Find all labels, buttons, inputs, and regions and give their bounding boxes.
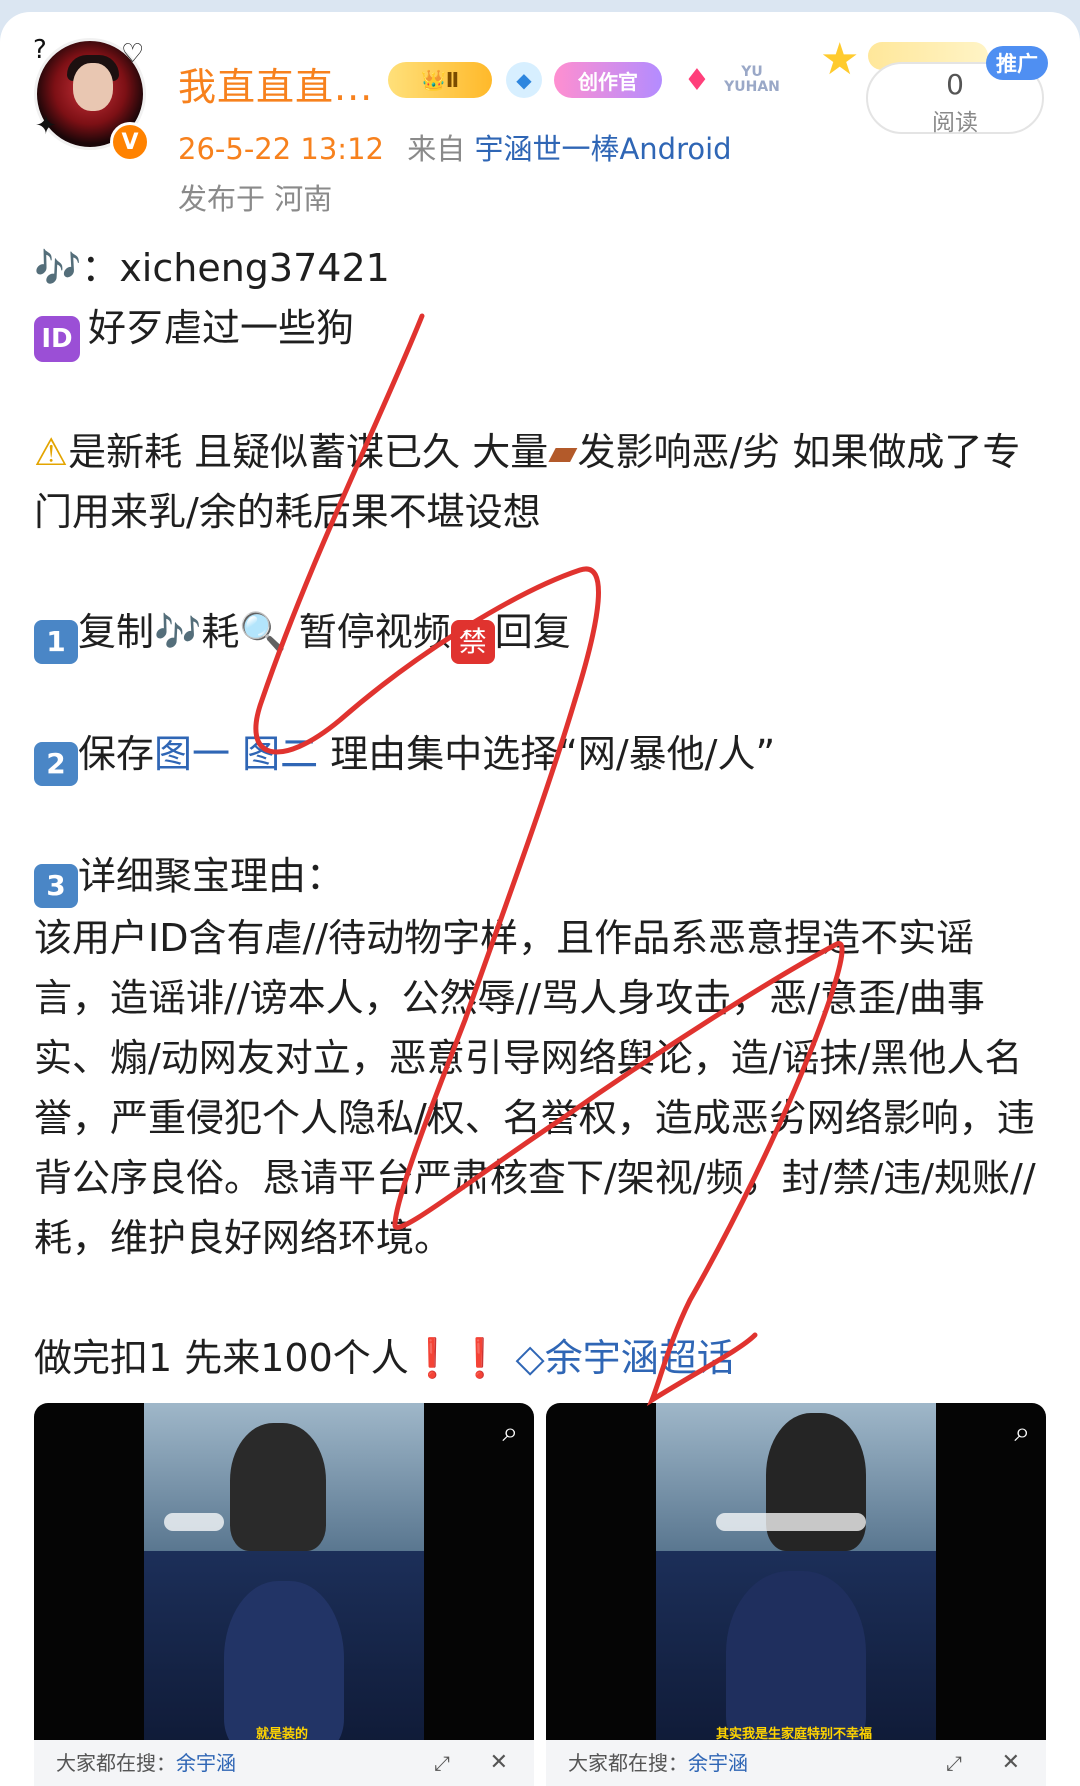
username[interactable]: 我直直直... xyxy=(178,56,373,111)
star-decoration-icon: ★ xyxy=(820,34,860,85)
expand-icon[interactable]: ⤢ xyxy=(946,1740,962,1786)
promo-tag[interactable]: 推广 xyxy=(986,46,1048,80)
caption-bar xyxy=(716,1513,866,1531)
shark-badge-icon[interactable]: ◆ xyxy=(506,62,542,98)
question-doodle-icon: ? xyxy=(33,35,47,65)
search-term[interactable]: 余宇涵 xyxy=(688,1751,748,1775)
video-frame-bottom: 就是装的 xyxy=(144,1551,424,1753)
post-time: 26-5-22 13:12 xyxy=(178,132,384,166)
level-crown-badge[interactable]: 👑 Ⅱ xyxy=(388,62,492,98)
step-1: 1 复制🎶耗🔍 暂停视频禁回复 xyxy=(34,602,1050,664)
post-image-1[interactable]: 就是装的 ⌕ 大家都在搜：余宇涵 ⤢ ✕ xyxy=(34,1403,534,1786)
closing-text: 做完扣1 先来100个人 xyxy=(34,1336,409,1380)
topic-text: 余宇涵超话 xyxy=(544,1336,735,1380)
creator-badge[interactable]: 创作官 xyxy=(554,62,662,98)
image-links[interactable]: 图一 图二 xyxy=(154,732,318,776)
post-image-2[interactable]: 其实我是生家庭特别不幸福 ⌕ 大家都在搜：余宇涵 ⤢ ✕ xyxy=(546,1403,1046,1786)
expand-icon[interactable]: ⤢ xyxy=(434,1740,450,1786)
read-label: 阅读 xyxy=(932,110,978,136)
topic-link[interactable]: ◇余宇涵超话 xyxy=(516,1336,735,1380)
step-2-text-b: 理由集中选择“网/暴他/人” xyxy=(318,732,776,776)
search-strip[interactable]: 大家都在搜：余宇涵 ⤢ ✕ xyxy=(546,1740,1046,1786)
bricks-emoji-icon: ▰ xyxy=(548,430,578,474)
search-icon[interactable]: ⌕ xyxy=(502,1415,518,1449)
number-2-icon: 2 xyxy=(34,742,78,786)
closing-line: 做完扣1 先来100个人❗️❗️ ◇余宇涵超话 xyxy=(34,1328,1050,1388)
video-frame-top xyxy=(144,1403,424,1551)
star-doodle-icon: ✦ xyxy=(35,111,57,141)
close-icon[interactable]: ✕ xyxy=(1002,1740,1020,1786)
warning-paragraph: ⚠是新耗 且疑似蓄谋已久 大量▰发影响恶/劣 如果做成了专门用来乳/余的耗后果不… xyxy=(34,422,1050,542)
post-source[interactable]: 宇涵世一棒Android xyxy=(474,132,731,166)
id-emoji-icon: ID xyxy=(34,316,80,362)
number-3-icon: 3 xyxy=(34,864,78,908)
search-label: 大家都在搜： xyxy=(56,1751,176,1775)
search-icon[interactable]: ⌕ xyxy=(1014,1415,1030,1449)
close-icon[interactable]: ✕ xyxy=(490,1740,508,1786)
post-meta: 26-5-22 13:12 来自 宇涵世一棒Android xyxy=(178,126,732,168)
heart-doodle-icon: ♡ xyxy=(121,39,145,69)
source-prefix: 来自 xyxy=(407,132,466,166)
avatar-face xyxy=(73,63,113,111)
step-1-text-b: 回复 xyxy=(494,610,571,654)
level-text: Ⅱ xyxy=(445,68,460,92)
step-2-text-a: 保存 xyxy=(78,732,155,776)
number-1-icon: 1 xyxy=(34,620,78,664)
supertopic-icon: ◇ xyxy=(515,1336,545,1380)
step-3-text: 详细聚宝理由： xyxy=(78,854,345,898)
id-line-text: 好歹虐过一些狗 xyxy=(88,306,355,350)
exclamation-marks-icon: ❗️❗️ xyxy=(408,1336,504,1380)
video-frame-top xyxy=(656,1403,936,1551)
yu-tag-badge[interactable]: YU YUHAN xyxy=(724,62,780,98)
warning-icon: ⚠ xyxy=(34,430,69,474)
music-account-line: 🎶：xicheng37421 xyxy=(34,246,390,290)
search-label: 大家都在搜： xyxy=(568,1751,688,1775)
caption-bar xyxy=(164,1513,224,1531)
step-3: 3 详细聚宝理由： xyxy=(34,846,1050,908)
search-term[interactable]: 余宇涵 xyxy=(176,1751,236,1775)
step-2: 2 保存图一 图二 理由集中选择“网/暴他/人” xyxy=(34,724,1050,786)
post-location: 发布于 河南 xyxy=(178,182,333,216)
step-1-text-a: 复制🎶耗🔍 暂停视频 xyxy=(78,610,451,654)
report-reason: 该用户ID含有虐//待动物字样，且作品系恶意捏造不实谣言，造谣诽//谤本人，公然… xyxy=(34,916,1036,1260)
id-line: ID 好歹虐过一些狗 xyxy=(34,298,1050,362)
warning-text-a: 是新耗 且疑似蓄谋已久 大量 xyxy=(68,430,549,474)
search-strip[interactable]: 大家都在搜：余宇涵 ⤢ ✕ xyxy=(34,1740,534,1786)
video-frame-bottom: 其实我是生家庭特别不幸福 xyxy=(656,1551,936,1753)
post-body: 🎶：xicheng37421 ID 好歹虐过一些狗 ⚠是新耗 且疑似蓄谋已久 大量… xyxy=(34,238,1050,1388)
verified-v-icon: V xyxy=(110,122,150,162)
ban-emoji-icon: 禁 xyxy=(450,620,495,664)
gem-badge-icon[interactable]: ♦ xyxy=(676,62,718,98)
person-figure xyxy=(230,1423,326,1551)
